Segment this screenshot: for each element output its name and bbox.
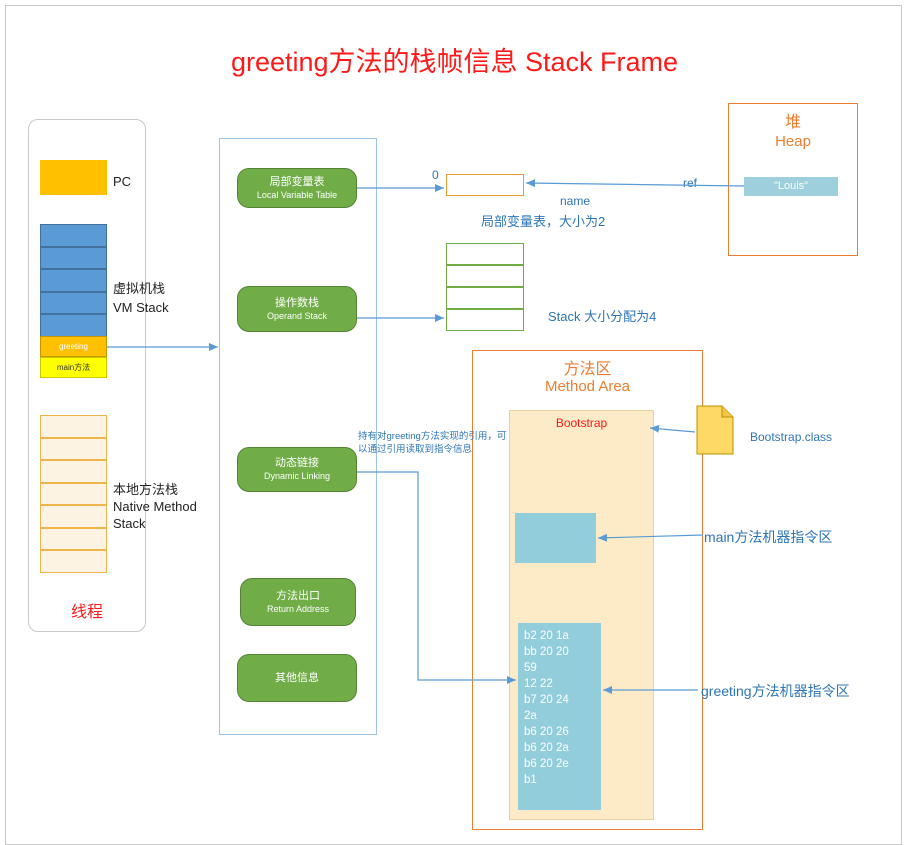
connector-layer: [107, 179, 745, 694]
ref-to-slot-arrow: [525, 179, 745, 188]
class-file-arrow: [649, 424, 696, 433]
dynamic-linking-arrow: [357, 471, 516, 684]
main-instruction-arrow: [597, 533, 704, 542]
